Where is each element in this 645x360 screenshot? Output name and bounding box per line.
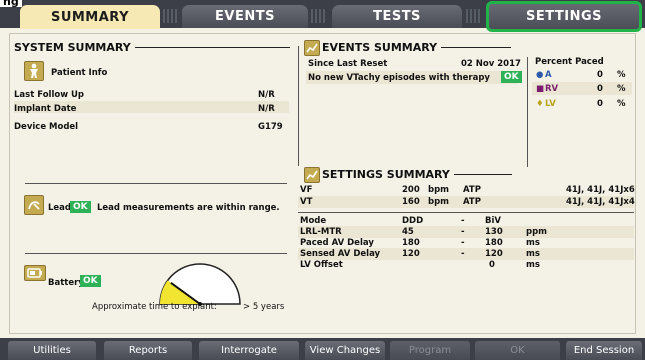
zone-vt-unit: bpm (428, 197, 450, 207)
paced-lv-label: LV (545, 99, 556, 109)
param-label: Sensed AV Delay (300, 249, 381, 259)
param-unit: ms (526, 238, 540, 248)
paced-lv-value: 0 (597, 99, 603, 109)
leads-ok-badge: OK (70, 201, 91, 213)
last-follow-up-value: N/R (258, 90, 275, 100)
system-summary-title: SYSTEM SUMMARY (14, 41, 290, 54)
battery-icon-box[interactable] (24, 265, 46, 281)
paced-lv-unit: % (617, 99, 626, 109)
param-separator: - (461, 216, 465, 226)
zone-vf-therapy: ATP (463, 185, 481, 195)
events-ok-badge: OK (501, 71, 522, 83)
battery-gauge (159, 263, 241, 306)
explant-label: Approximate time to explant: (92, 302, 217, 312)
zone-vf-rate: 200 (402, 185, 420, 195)
battery-label[interactable]: Battery (48, 278, 84, 288)
person-icon (30, 63, 38, 78)
paced-a-value: 0 (597, 70, 603, 80)
paced-lv-marker: ♦ (536, 99, 544, 109)
leads-icon[interactable] (24, 195, 44, 215)
divider (298, 212, 634, 213)
ok-button[interactable]: OK (475, 341, 560, 360)
patient-icon[interactable] (24, 61, 44, 81)
battery-icon (27, 268, 42, 278)
percent-paced-title: Percent Paced (535, 57, 604, 67)
last-follow-up-label: Last Follow Up (14, 90, 85, 100)
implant-date-value: N/R (258, 104, 275, 114)
param-band (298, 226, 634, 238)
divider (298, 46, 299, 166)
interrogate-button[interactable]: Interrogate (199, 341, 299, 360)
tab-events[interactable]: EVENTS (182, 5, 308, 28)
param-value-2: 180 (485, 238, 503, 248)
paced-rv-marker: ■ (536, 84, 545, 94)
param-value-2: 120 (485, 249, 503, 259)
zone-vf-unit: bpm (428, 185, 450, 195)
events-icon[interactable] (304, 40, 320, 56)
zone-vf-shocks: 41J, 41J, 41Jx6 (566, 185, 635, 195)
settings-icon[interactable] (304, 167, 320, 183)
tab-settings[interactable]: SETTINGS (486, 1, 642, 32)
param-value-1: 120 (402, 249, 420, 259)
paced-a-unit: % (617, 70, 626, 80)
param-value-2: 0 (489, 260, 495, 270)
tab-decoration (163, 9, 179, 23)
param-value-2: BiV (485, 216, 501, 226)
param-separator: - (461, 249, 465, 259)
since-last-reset-label: Since Last Reset (308, 59, 388, 69)
param-value-1: 180 (402, 238, 420, 248)
battery-ok-badge: OK (80, 275, 101, 287)
explant-value: > 5 years (243, 302, 285, 312)
tab-decoration (466, 9, 482, 23)
param-unit: ms (526, 260, 540, 270)
chart-icon (306, 43, 318, 53)
zone-vt-rate: 160 (402, 197, 420, 207)
zone-vf-name: VF (300, 185, 313, 195)
patient-info-label[interactable]: Patient Info (51, 68, 107, 78)
utilities-button[interactable]: Utilities (8, 341, 96, 360)
device-model-label: Device Model (14, 122, 79, 132)
paced-rv-unit: % (617, 84, 626, 94)
since-last-reset-date: 02 Nov 2017 (461, 59, 521, 69)
events-summary-title: EVENTS SUMMARY (322, 41, 512, 54)
paced-rv-value: 0 (597, 84, 603, 94)
leads-message: Lead measurements are within range. (97, 203, 280, 213)
param-label: LRL-MTR (300, 227, 342, 237)
param-value-2: 130 (485, 227, 503, 237)
program-button[interactable]: Program (390, 341, 470, 360)
reports-button[interactable]: Reports (104, 341, 192, 360)
param-unit: ms (526, 249, 540, 259)
tab-summary[interactable]: SUMMARY (20, 5, 160, 29)
graph-icon (306, 170, 318, 180)
paced-rv-label: RV (545, 84, 559, 94)
tab-tests[interactable]: TESTS (332, 5, 462, 28)
view-changes-button[interactable]: View Changes (305, 341, 385, 360)
zone-vt-shocks: 41J, 41J, 41Jx4 (566, 197, 635, 207)
paced-a-label: A (545, 70, 552, 80)
param-label: Mode (300, 216, 327, 226)
zone-vt-therapy: ATP (463, 197, 481, 207)
lead-wire-icon (28, 201, 40, 210)
param-label: LV Offset (300, 260, 343, 270)
divider (25, 183, 287, 184)
param-value-1: 45 (402, 227, 414, 237)
param-value-1: DDD (402, 216, 424, 226)
events-message: No new VTachy episodes with therapy (308, 73, 490, 83)
paced-a-marker: ● (536, 70, 544, 80)
corner-label: ng (0, 0, 22, 7)
param-unit: ppm (526, 227, 548, 237)
param-label: Paced AV Delay (300, 238, 374, 248)
param-separator: - (461, 227, 465, 237)
tab-decoration (311, 9, 327, 23)
divider (527, 57, 528, 167)
device-model-value: G179 (258, 122, 283, 132)
zone-vt-name: VT (300, 197, 313, 207)
divider (25, 253, 287, 254)
implant-date-label: Implant Date (14, 104, 77, 114)
settings-summary-title: SETTINGS SUMMARY (322, 168, 512, 181)
end-session-button[interactable]: End Session (566, 341, 642, 360)
param-separator: - (461, 238, 465, 248)
